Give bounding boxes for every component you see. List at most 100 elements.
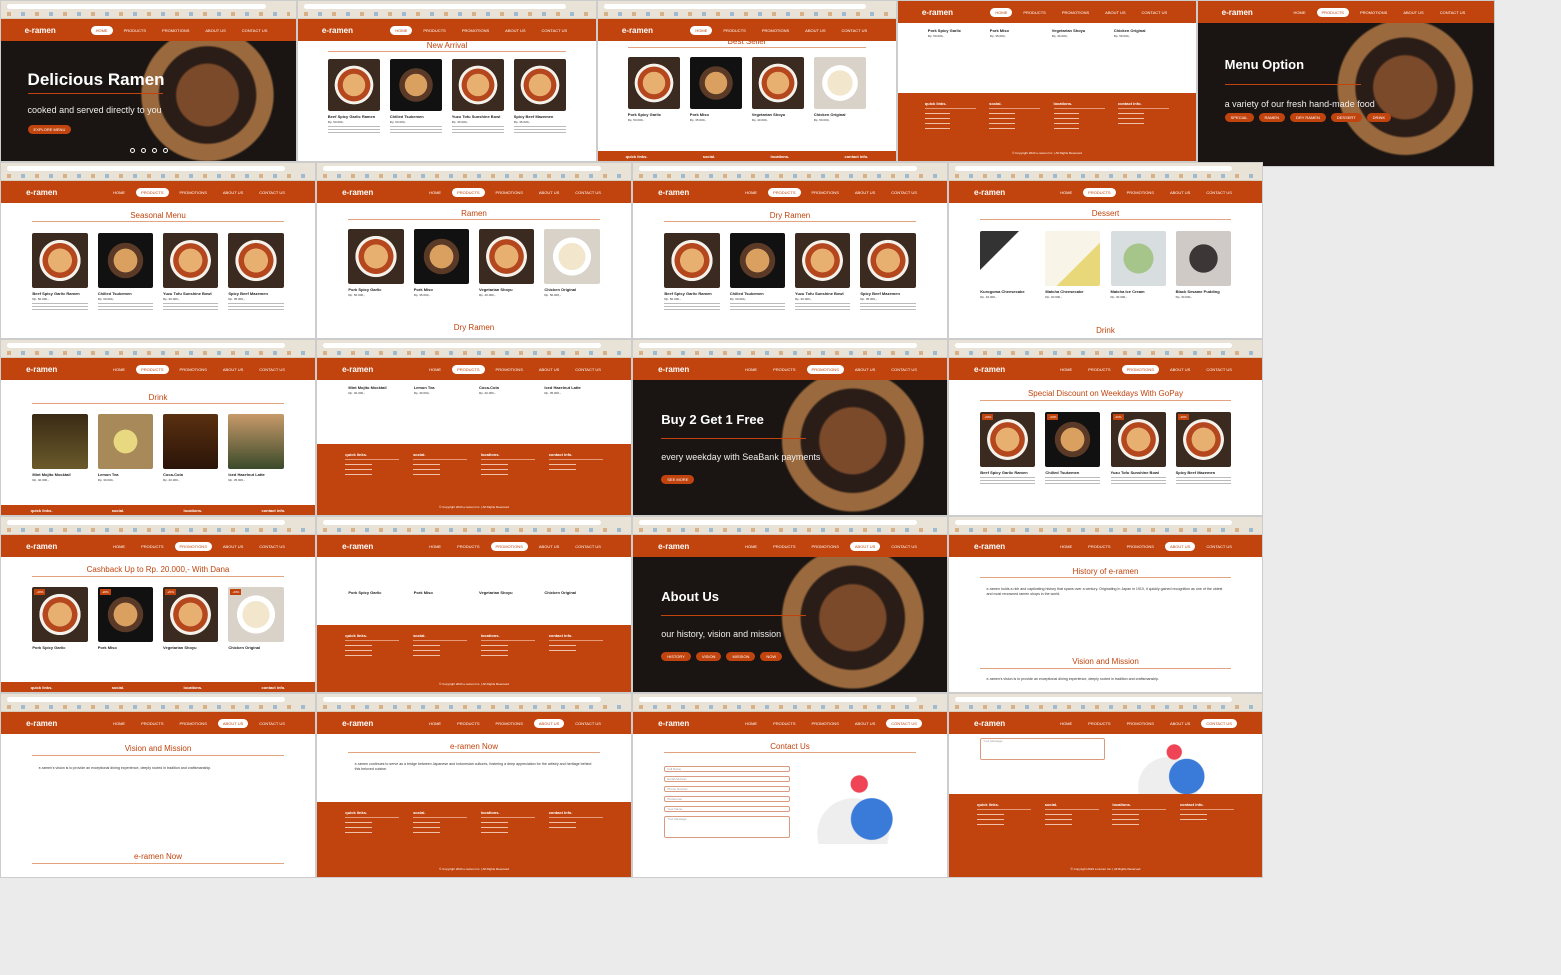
- logo[interactable]: e-ramen: [658, 542, 740, 551]
- logo[interactable]: e-ramen: [342, 719, 424, 728]
- nav-products[interactable]: PRODUCTS: [452, 187, 485, 197]
- nav-contact[interactable]: CONTACT US: [1137, 8, 1173, 17]
- logo[interactable]: e-ramen: [1222, 8, 1289, 17]
- promo-card[interactable]: Pork Miso: [414, 587, 469, 595]
- menu-card[interactable]: Iced Hazelnut Latte Rp. 35.000,-: [544, 382, 599, 395]
- nav-products[interactable]: PRODUCTS: [768, 365, 800, 374]
- nav-about[interactable]: ABOUT US: [218, 542, 248, 551]
- nav-promotions[interactable]: PROMOTIONS: [807, 719, 844, 728]
- nav-contact[interactable]: CONTACT US: [1201, 188, 1237, 197]
- nav-about[interactable]: ABOUT US: [849, 541, 881, 551]
- logo[interactable]: e-ramen: [26, 188, 108, 197]
- logo[interactable]: e-ramen: [974, 719, 1055, 728]
- logo[interactable]: e-ramen: [658, 719, 740, 728]
- promo-card[interactable]: Pork Spicy Garlic: [348, 587, 403, 595]
- nav-contact[interactable]: CONTACT US: [570, 542, 606, 551]
- nav-about[interactable]: ABOUT US: [218, 365, 248, 374]
- nav-home[interactable]: HOME: [1055, 719, 1077, 728]
- logo[interactable]: e-ramen: [974, 542, 1055, 551]
- nav-products[interactable]: PRODUCTS: [418, 26, 450, 35]
- nav-contact[interactable]: CONTACT US: [886, 365, 922, 374]
- nav-home[interactable]: HOME: [424, 365, 446, 374]
- nav-home[interactable]: HOME: [90, 25, 113, 35]
- menu-card[interactable]: Coca-Cola Rp. 20.000,-: [163, 414, 219, 482]
- logo[interactable]: e-ramen: [25, 26, 91, 35]
- nav-home[interactable]: HOME: [740, 542, 762, 551]
- menu-card[interactable]: Chilled Tsukemen Rp. 60.000,-: [389, 59, 443, 135]
- dessert-button[interactable]: DESSERT: [1330, 113, 1362, 123]
- nav-promotions[interactable]: PROMOTIONS: [175, 719, 212, 728]
- nav-products[interactable]: PRODUCTS: [452, 364, 485, 374]
- nav-about[interactable]: ABOUT US: [500, 26, 530, 35]
- menu-card[interactable]: Spicy Beef Mazemen Rp. 35.000,-: [860, 233, 916, 312]
- nav-products[interactable]: PRODUCTS: [136, 187, 169, 197]
- your-name-field[interactable]: Your Name: [664, 806, 790, 812]
- nav-home[interactable]: HOME: [1289, 8, 1311, 17]
- nav-about[interactable]: ABOUT US: [534, 542, 564, 551]
- nav-home[interactable]: HOME: [740, 365, 762, 374]
- menu-card[interactable]: Coca-Cola Rp. 20.000,-: [479, 382, 534, 395]
- nav-promotions[interactable]: PROMOTIONS: [807, 542, 844, 551]
- nav-about[interactable]: ABOUT US: [534, 188, 564, 197]
- menu-card[interactable]: Pork Miso Rp. 35.000,-: [689, 57, 743, 122]
- logo[interactable]: e-ramen: [26, 542, 108, 551]
- nav-promotions[interactable]: PROMOTIONS: [1122, 188, 1159, 197]
- nav-home[interactable]: HOME: [108, 719, 130, 728]
- menu-card[interactable]: Chicken Original Rp. 50.000,-: [1114, 25, 1166, 38]
- ramen-button[interactable]: RAMEN: [1258, 113, 1285, 123]
- nav-contact[interactable]: CONTACT US: [570, 365, 606, 374]
- nav-products[interactable]: PRODUCTS: [452, 719, 484, 728]
- promo-card[interactable]: -20% Pork Miso: [97, 587, 153, 650]
- nav-contact[interactable]: CONTACT US: [254, 542, 290, 551]
- nav-products[interactable]: PRODUCTS: [1083, 365, 1115, 374]
- nav-promotions[interactable]: PROMOTIONS: [175, 188, 212, 197]
- nav-promotions[interactable]: PROMOTIONS: [807, 188, 844, 197]
- logo[interactable]: e-ramen: [658, 365, 740, 374]
- nav-contact[interactable]: CONTACT US: [570, 719, 606, 728]
- nav-home[interactable]: HOME: [740, 188, 762, 197]
- nav-about[interactable]: ABOUT US: [533, 718, 565, 728]
- nav-promotions[interactable]: PROMOTIONS: [157, 26, 194, 35]
- nav-home[interactable]: HOME: [740, 719, 762, 728]
- menu-card[interactable]: Chicken Original Rp. 50.000,-: [813, 57, 867, 122]
- nav-promotions[interactable]: PROMOTIONS: [175, 365, 212, 374]
- menu-card[interactable]: Beef Spicy Garlic Ramen Rp. 50.000,-: [664, 233, 720, 312]
- nav-contact[interactable]: CONTACT US: [237, 26, 273, 35]
- nav-promotions[interactable]: PROMOTIONS: [457, 26, 494, 35]
- nav-about[interactable]: ABOUT US: [200, 26, 230, 35]
- nav-home[interactable]: HOME: [1055, 365, 1077, 374]
- promo-card[interactable]: -20% Chilled Tsukemen: [1045, 412, 1101, 486]
- phone-field[interactable]: Phone Number: [664, 786, 790, 792]
- logo[interactable]: e-ramen: [342, 542, 424, 551]
- nav-contact[interactable]: CONTACT US: [254, 365, 290, 374]
- nav-products[interactable]: PRODUCTS: [1316, 7, 1349, 17]
- nav-about[interactable]: ABOUT US: [1164, 541, 1196, 551]
- nav-contact[interactable]: CONTACT US: [1201, 365, 1237, 374]
- logo[interactable]: e-ramen: [26, 365, 108, 374]
- menu-card[interactable]: Chicken Original Rp. 50.000,-: [544, 229, 600, 297]
- email-field[interactable]: Email Address: [664, 776, 790, 782]
- menu-card[interactable]: Pork Miso Rp. 35.000,-: [413, 229, 469, 297]
- nav-home[interactable]: HOME: [108, 542, 130, 551]
- nav-about[interactable]: ABOUT US: [1398, 8, 1428, 17]
- see-more-button[interactable]: SEE MORE: [661, 474, 695, 484]
- message-field[interactable]: Your Message: [664, 816, 790, 838]
- nav-products[interactable]: PRODUCTS: [768, 719, 800, 728]
- now-button[interactable]: NOW: [760, 651, 783, 661]
- menu-card[interactable]: Chilled Tsukemen Rp. 60.000,-: [97, 233, 153, 312]
- nav-products[interactable]: PRODUCTS: [768, 187, 801, 197]
- menu-card[interactable]: Lemon Tea Rp. 30.000,-: [414, 382, 469, 395]
- nav-promotions[interactable]: PROMOTIONS: [491, 365, 528, 374]
- menu-card[interactable]: Pork Spicy Garlic Rp. 50.000,-: [627, 57, 681, 122]
- nav-products[interactable]: PRODUCTS: [136, 542, 168, 551]
- nav-products[interactable]: PRODUCTS: [136, 719, 168, 728]
- menu-card[interactable]: Chilled Tsukemen Rp. 60.000,-: [729, 233, 785, 312]
- nav-contact[interactable]: CONTACT US: [1435, 8, 1471, 17]
- menu-card[interactable]: Black Sesame Pudding Rp. 30.000,-: [1175, 231, 1231, 299]
- special-button[interactable]: SPECIAL: [1224, 113, 1254, 123]
- menu-card[interactable]: Matcha Cheesecake Rp. 40.000,-: [1045, 231, 1101, 299]
- menu-card[interactable]: Beef Spicy Garlic Ramen Rp. 50.000,-: [32, 233, 88, 312]
- nav-promotions[interactable]: PROMOTIONS: [1355, 8, 1392, 17]
- logo[interactable]: e-ramen: [658, 188, 740, 197]
- nav-contact[interactable]: CONTACT US: [537, 26, 573, 35]
